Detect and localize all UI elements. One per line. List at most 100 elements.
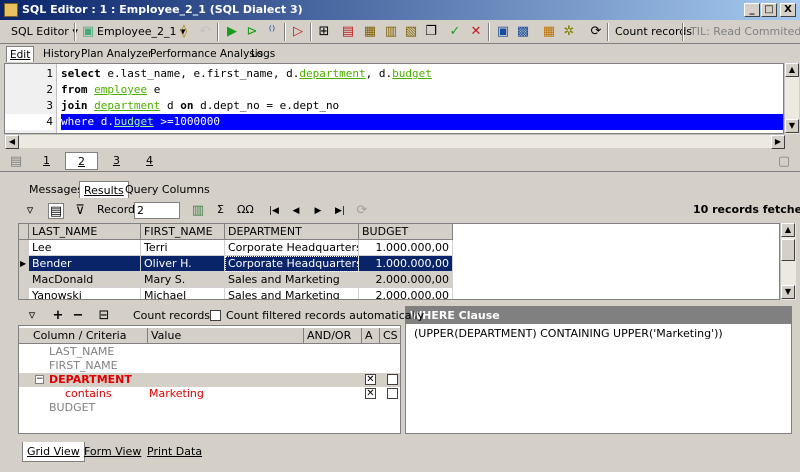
- plan-icon[interactable]: ⊞: [316, 24, 332, 40]
- rollback-icon[interactable]: ✕: [468, 24, 484, 40]
- column-header-first-name[interactable]: FIRST_NAME: [141, 224, 225, 240]
- criteria-item-budget[interactable]: BUDGET: [49, 401, 95, 415]
- remove-criteria-icon[interactable]: −: [70, 308, 86, 324]
- column-header-budget[interactable]: BUDGET: [359, 224, 453, 240]
- cs-checkbox[interactable]: [387, 388, 398, 399]
- criteria-value[interactable]: Marketing: [149, 387, 204, 401]
- prior-record-icon[interactable]: ◀: [288, 203, 304, 219]
- scroll-up-icon[interactable]: ▲: [781, 223, 795, 237]
- tab-form-view[interactable]: Form View: [80, 442, 145, 462]
- page-tab-4[interactable]: 4: [133, 152, 166, 170]
- table-cell-selected[interactable]: Oliver H.: [141, 256, 225, 272]
- scroll-left-icon[interactable]: ◀: [5, 135, 19, 149]
- close-button[interactable]: X: [780, 3, 796, 17]
- custom-filter-icon[interactable]: ⊽: [72, 203, 88, 219]
- maximize-button[interactable]: □: [761, 3, 777, 17]
- grid-mode-icon[interactable]: ▤: [48, 203, 64, 219]
- save-query-icon[interactable]: ▧: [403, 24, 419, 40]
- run-icon[interactable]: ▶: [224, 24, 240, 40]
- parameters-icon[interactable]: ⁽⁾: [264, 24, 280, 40]
- column-header-last-name[interactable]: LAST_NAME: [29, 224, 141, 240]
- panel-icon[interactable]: ▤: [8, 154, 24, 170]
- collapse-icon[interactable]: −: [35, 375, 44, 384]
- table-cell[interactable]: Sales and Marketing: [225, 288, 359, 299]
- results-grid[interactable]: LAST_NAME FIRST_NAME DEPARTMENT BUDGET L…: [18, 223, 780, 300]
- database-selector[interactable]: Employee_2_1 ▾: [94, 22, 189, 42]
- new-query-icon[interactable]: ▦: [362, 24, 378, 40]
- tab-edit[interactable]: Edit: [6, 46, 35, 62]
- column-header-department[interactable]: DEPARTMENT: [225, 224, 359, 240]
- tab-history[interactable]: History: [40, 46, 83, 62]
- filter-icon[interactable]: ▿: [22, 203, 38, 219]
- tab-grid-view[interactable]: Grid View: [22, 442, 85, 462]
- refresh-icon[interactable]: ⟳: [588, 24, 604, 40]
- criteria-mode-icon[interactable]: ⊟: [96, 308, 112, 324]
- scroll-down-icon[interactable]: ▼: [781, 285, 795, 299]
- page-tab-3[interactable]: 3: [100, 152, 133, 170]
- grid-vertical-scrollbar[interactable]: ▲ ▼: [780, 223, 796, 300]
- table-cell[interactable]: 2.000.000,00: [359, 272, 453, 288]
- window-list-icon[interactable]: ▣: [495, 24, 511, 40]
- copy-icon[interactable]: ❐: [423, 24, 439, 40]
- scroll-thumb[interactable]: [781, 239, 795, 261]
- table-cell[interactable]: Yanowski: [29, 288, 141, 299]
- sql-editor-menu-button[interactable]: SQL Editor ▾: [8, 22, 81, 42]
- results-window-icon[interactable]: ▩: [515, 24, 531, 40]
- grid-icon[interactable]: ▦: [541, 24, 557, 40]
- cs-checkbox[interactable]: [387, 374, 398, 385]
- tab-messages[interactable]: Messages: [25, 181, 87, 198]
- page-tab-2[interactable]: 2: [65, 152, 98, 170]
- page-tab-1[interactable]: 1: [30, 152, 63, 170]
- add-criteria-icon[interactable]: +: [50, 308, 66, 324]
- refresh-data-icon[interactable]: ⟳: [354, 203, 370, 219]
- table-cell[interactable]: 2.000.000,00: [359, 288, 453, 299]
- scroll-down-icon[interactable]: ▼: [785, 119, 799, 133]
- a-checkbox[interactable]: ✕: [365, 388, 376, 399]
- table-cell[interactable]: Michael: [141, 288, 225, 299]
- options-icon[interactable]: ✲: [561, 24, 577, 40]
- table-cell[interactable]: Terri: [141, 240, 225, 256]
- transaction-isolation-dropdown[interactable]: TIL: Read Commited ▾: [687, 22, 800, 42]
- criteria-item-department[interactable]: DEPARTMENT: [49, 373, 132, 387]
- criteria-row-department[interactable]: − DEPARTMENT ✕: [19, 373, 400, 387]
- table-cell[interactable]: Mary S.: [141, 272, 225, 288]
- table-cell[interactable]: 1.000.000,00: [359, 240, 453, 256]
- export-icon[interactable]: ▤: [340, 24, 356, 40]
- record-number-input[interactable]: 2: [134, 202, 180, 219]
- help-query-icon[interactable]: ◊: [176, 24, 192, 40]
- commit-icon[interactable]: ✓: [447, 24, 463, 40]
- editor-vertical-scrollbar[interactable]: ▲ ▼: [784, 63, 799, 134]
- table-cell-focused[interactable]: Corporate Headquarters: [225, 256, 359, 272]
- count-records-button[interactable]: Count records: [130, 306, 213, 326]
- a-checkbox[interactable]: ✕: [365, 374, 376, 385]
- omega-button[interactable]: ΩΩ: [234, 200, 257, 220]
- table-cell-selected[interactable]: Bender: [29, 256, 141, 272]
- go-to-record-icon[interactable]: ▥: [190, 203, 206, 219]
- undo-icon[interactable]: ↶: [197, 24, 213, 40]
- step-run-icon[interactable]: ⊳: [244, 24, 260, 40]
- tab-print-data[interactable]: Print Data: [143, 442, 206, 462]
- last-record-icon[interactable]: ▶|: [332, 203, 348, 219]
- criteria-item-first-name[interactable]: FIRST_NAME: [49, 359, 118, 373]
- minimize-button[interactable]: _: [744, 3, 760, 17]
- table-cell-selected[interactable]: 1.000.000,00: [359, 256, 453, 272]
- pin-icon[interactable]: ▢: [776, 154, 792, 170]
- count-filtered-checkbox[interactable]: [210, 310, 221, 321]
- sum-button[interactable]: Σ: [214, 200, 227, 220]
- open-query-icon[interactable]: ▥: [383, 24, 399, 40]
- table-cell[interactable]: MacDonald: [29, 272, 141, 288]
- editor-horizontal-scrollbar[interactable]: ◀ ▶: [4, 134, 785, 149]
- next-record-icon[interactable]: ▶: [310, 203, 326, 219]
- table-cell[interactable]: Lee: [29, 240, 141, 256]
- stop-icon[interactable]: ▷: [290, 24, 306, 40]
- filter-icon[interactable]: ▿: [24, 308, 40, 324]
- first-record-icon[interactable]: |◀: [266, 203, 282, 219]
- sql-editor[interactable]: 1 2 3 4 5 select e.last_name, e.first_na…: [4, 63, 784, 134]
- scroll-right-icon[interactable]: ▶: [771, 135, 785, 149]
- criteria-item-last-name[interactable]: LAST_NAME: [49, 345, 114, 359]
- tab-query-columns[interactable]: Query Columns: [121, 181, 214, 198]
- tab-plan-analyzer[interactable]: Plan Analyzer: [78, 46, 155, 62]
- criteria-condition-row[interactable]: contains Marketing ✕: [19, 387, 400, 401]
- table-cell[interactable]: Sales and Marketing: [225, 272, 359, 288]
- scroll-up-icon[interactable]: ▲: [785, 63, 799, 77]
